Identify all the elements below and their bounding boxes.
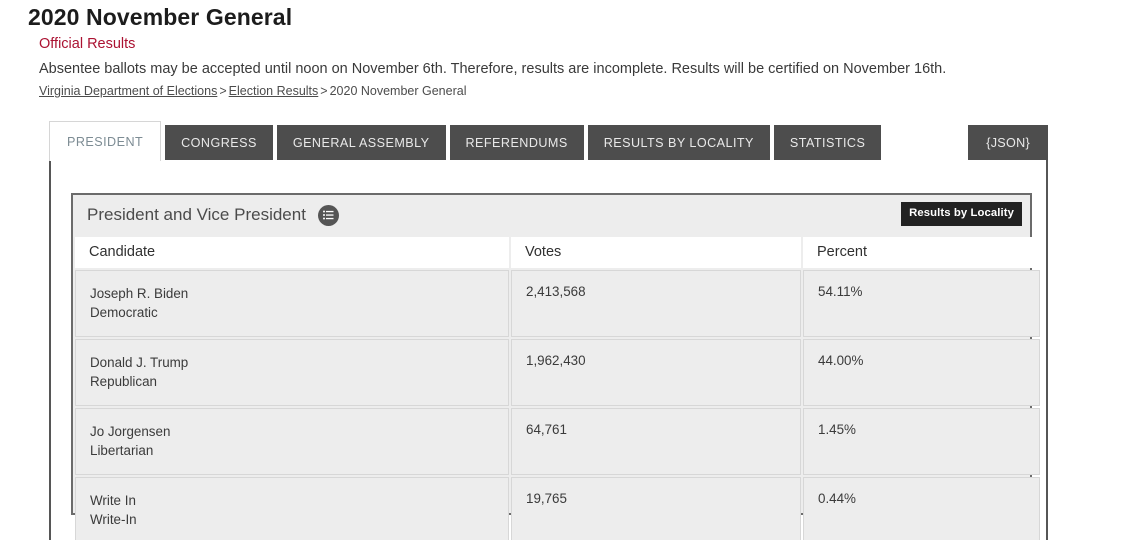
cell-percent: 54.11% [803, 270, 1040, 337]
candidate-name: Write In [90, 493, 136, 508]
status-badge: Official Results [39, 36, 136, 52]
candidate-party: Democratic [90, 305, 158, 320]
results-notice: Absentee ballots may be accepted until n… [39, 61, 947, 77]
cell-percent: 1.45% [803, 408, 1040, 475]
cell-percent: 44.00% [803, 339, 1040, 406]
tab-congress[interactable]: CONGRESS [165, 125, 273, 161]
cell-candidate: Donald J. Trump Republican [75, 339, 509, 406]
column-header-candidate: Candidate [75, 237, 509, 268]
election-results-page: 2020 November General Official Results A… [0, 0, 1131, 540]
breadcrumb-separator: > [219, 84, 227, 98]
cell-percent: 0.44% [803, 477, 1040, 540]
tab-general-assembly[interactable]: GENERAL ASSEMBLY [276, 125, 446, 161]
candidate-name: Donald J. Trump [90, 355, 189, 370]
breadcrumb-link-department[interactable]: Virginia Department of Elections [39, 84, 217, 98]
tab-results-by-locality[interactable]: RESULTS BY LOCALITY [587, 125, 770, 161]
breadcrumb: Virginia Department of Elections > Electio… [28, 83, 1131, 100]
candidate-party: Write-In [90, 512, 137, 527]
page-header: 2020 November General Official Results A… [0, 0, 1131, 100]
cell-votes: 2,413,568 [511, 270, 801, 337]
candidate-name: Jo Jorgensen [90, 424, 171, 439]
table-row: Joseph R. Biden Democratic 2,413,568 54.… [75, 270, 1040, 337]
race-header: President and Vice President Results by … [73, 195, 1030, 235]
breadcrumb-separator: > [320, 84, 328, 98]
table-row: Jo Jorgensen Libertarian 64,761 1.45% [75, 408, 1040, 475]
breadcrumb-current: 2020 November General [329, 84, 467, 98]
cell-votes: 1,962,430 [511, 339, 801, 406]
cell-candidate: Jo Jorgensen Libertarian [75, 408, 509, 475]
results-by-locality-button[interactable]: Results by Locality [901, 202, 1022, 226]
list-icon[interactable] [317, 205, 339, 226]
cell-candidate: Write In Write-In [75, 477, 509, 540]
cell-candidate: Joseph R. Biden Democratic [75, 270, 509, 337]
cell-votes: 64,761 [511, 408, 801, 475]
column-header-percent: Percent [803, 237, 1040, 268]
table-header-row: Candidate Votes Percent [75, 237, 1040, 268]
table-row: Write In Write-In 19,765 0.44% [75, 477, 1040, 540]
page-title: 2020 November General [28, 4, 293, 30]
column-header-votes: Votes [511, 237, 801, 268]
candidate-party: Libertarian [90, 443, 154, 458]
results-panel: President and Vice President Results by … [49, 160, 1048, 540]
cell-votes: 19,765 [511, 477, 801, 540]
tab-president[interactable]: PRESIDENT [49, 121, 162, 161]
tab-referendums[interactable]: REFERENDUMS [449, 125, 584, 161]
tab-bar: PRESIDENT CONGRESS GENERAL ASSEMBLY REFE… [49, 121, 1048, 161]
tab-json[interactable]: {JSON} [968, 125, 1048, 161]
breadcrumb-link-election-results[interactable]: Election Results [229, 84, 319, 98]
table-row: Donald J. Trump Republican 1,962,430 44.… [75, 339, 1040, 406]
candidate-name: Joseph R. Biden [90, 286, 189, 301]
race-title: President and Vice President [87, 205, 306, 224]
results-table: Candidate Votes Percent Joseph R. Biden … [73, 235, 1042, 540]
race-results-box: President and Vice President Results by … [71, 193, 1040, 540]
tab-statistics[interactable]: STATISTICS [773, 125, 882, 161]
candidate-party: Republican [90, 374, 157, 389]
